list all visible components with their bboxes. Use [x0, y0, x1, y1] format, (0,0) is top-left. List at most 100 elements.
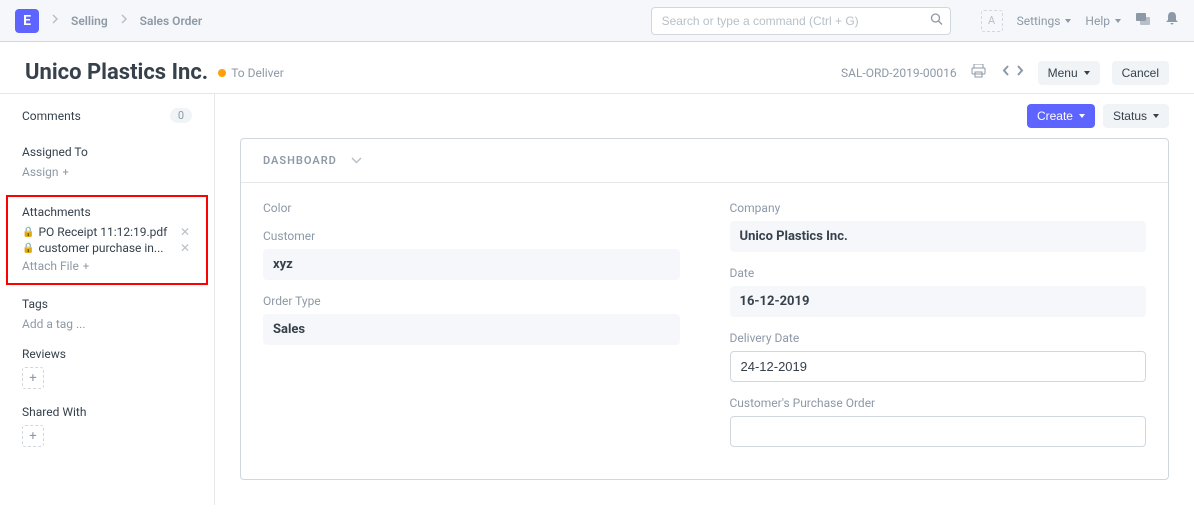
add-share-button[interactable]: +: [22, 425, 44, 447]
dashboard-label: DASHBOARD: [263, 154, 337, 167]
assigned-heading: Assigned To: [22, 145, 192, 159]
status-dot-icon: [218, 69, 226, 77]
attachment-name[interactable]: customer purchase in...: [38, 241, 175, 255]
customer-po-input[interactable]: [730, 416, 1147, 447]
assign-action[interactable]: Assign +: [22, 165, 192, 179]
main: Create Status DASHBOARD Color Customer x…: [215, 94, 1194, 505]
page-actions: SAL-ORD-2019-00016 Menu Cancel: [841, 61, 1169, 85]
order-type-label: Order Type: [263, 294, 680, 308]
delivery-date-input[interactable]: [730, 351, 1147, 382]
caret-down-icon: [1153, 114, 1159, 118]
create-button[interactable]: Create: [1027, 104, 1095, 128]
field-customer: Customer xyz: [263, 229, 680, 280]
breadcrumb-selling[interactable]: Selling: [71, 14, 108, 28]
attachment-row: 🔒 PO Receipt 11:12:19.pdf ✕: [22, 225, 190, 239]
navbar-left: E Selling Sales Order: [15, 9, 651, 33]
chevron-right-icon: [51, 13, 59, 28]
sidebar-section-tags: Tags Add a tag ...: [0, 285, 214, 347]
shared-heading: Shared With: [22, 405, 192, 419]
customer-label: Customer: [263, 229, 680, 243]
page-title: Unico Plastics Inc.: [25, 60, 208, 85]
company-value[interactable]: Unico Plastics Inc.: [730, 221, 1147, 252]
field-order-type: Order Type Sales: [263, 294, 680, 345]
lock-icon[interactable]: 🔒: [22, 243, 34, 254]
plus-icon: +: [83, 260, 89, 273]
navbar-right: A Settings Help: [981, 10, 1179, 32]
field-delivery-date: Delivery Date: [730, 331, 1147, 382]
date-value[interactable]: 16-12-2019: [730, 286, 1147, 317]
attachments-heading: Attachments: [22, 205, 190, 219]
attach-file-action[interactable]: Attach File +: [22, 259, 190, 273]
chevron-right-icon: [120, 13, 128, 28]
shared-label: Shared With: [22, 405, 86, 419]
customer-po-label: Customer's Purchase Order: [730, 396, 1147, 410]
chevron-down-icon: [351, 153, 362, 168]
caret-down-icon: [1115, 19, 1121, 23]
chat-icon[interactable]: [1135, 12, 1151, 30]
delivery-date-label: Delivery Date: [730, 331, 1147, 345]
form-col-left: Color Customer xyz Order Type Sales: [263, 201, 680, 461]
attachment-row: 🔒 customer purchase in... ✕: [22, 241, 190, 255]
field-customer-po: Customer's Purchase Order: [730, 396, 1147, 447]
page-title-wrap: Unico Plastics Inc. To Deliver: [25, 60, 284, 85]
form-area: DASHBOARD Color Customer xyz Order Type: [240, 138, 1169, 480]
sidebar-section-assigned: Assigned To Assign +: [0, 145, 214, 195]
sidebar-section-shared: Shared With +: [0, 405, 214, 463]
add-review-button[interactable]: +: [22, 367, 44, 389]
comments-label: Comments: [22, 109, 81, 123]
help-link[interactable]: Help: [1085, 14, 1121, 28]
breadcrumb: Selling Sales Order: [51, 13, 202, 28]
reviews-label: Reviews: [22, 347, 66, 361]
next-doc-button[interactable]: [1014, 63, 1026, 82]
caret-down-icon: [1084, 71, 1090, 75]
company-label: Company: [730, 201, 1147, 215]
customer-value[interactable]: xyz: [263, 249, 680, 280]
nav-arrows: [1000, 63, 1026, 82]
main-toolbar: Create Status: [215, 94, 1194, 138]
cancel-button[interactable]: Cancel: [1112, 61, 1169, 85]
sidebar-section-comments: Comments 0: [0, 108, 214, 145]
field-company: Company Unico Plastics Inc.: [730, 201, 1147, 252]
status-text: To Deliver: [231, 66, 284, 80]
caret-down-icon: [1079, 114, 1085, 118]
add-tag-action[interactable]: Add a tag ...: [22, 317, 192, 331]
field-date: Date 16-12-2019: [730, 266, 1147, 317]
order-type-value[interactable]: Sales: [263, 314, 680, 345]
attach-file-label: Attach File: [22, 259, 79, 273]
plus-icon: +: [63, 166, 69, 179]
search-input[interactable]: [651, 7, 951, 35]
remove-attachment-icon[interactable]: ✕: [180, 225, 190, 239]
comments-heading[interactable]: Comments 0: [22, 108, 192, 123]
assign-action-label: Assign: [22, 165, 59, 179]
comments-count: 0: [170, 108, 192, 123]
bell-icon[interactable]: [1165, 11, 1179, 30]
color-label: Color: [263, 201, 680, 215]
reviews-heading: Reviews: [22, 347, 192, 361]
lock-icon[interactable]: 🔒: [22, 227, 34, 238]
search-box: [651, 7, 951, 35]
app-logo[interactable]: E: [15, 9, 39, 33]
form-col-right: Company Unico Plastics Inc. Date 16-12-2…: [730, 201, 1147, 461]
status-button[interactable]: Status: [1103, 104, 1169, 128]
document-id: SAL-ORD-2019-00016: [841, 66, 957, 80]
status-badge: To Deliver: [218, 66, 284, 80]
date-label: Date: [730, 266, 1147, 280]
sidebar-section-attachments: Attachments 🔒 PO Receipt 11:12:19.pdf ✕ …: [6, 195, 208, 285]
attachments-label: Attachments: [22, 205, 91, 219]
settings-link[interactable]: Settings: [1017, 14, 1072, 28]
assigned-label: Assigned To: [22, 145, 88, 159]
form-grid: Color Customer xyz Order Type Sales Comp…: [241, 183, 1168, 479]
print-icon[interactable]: [969, 62, 988, 84]
dashboard-head[interactable]: DASHBOARD: [241, 139, 1168, 183]
tags-heading: Tags: [22, 297, 192, 311]
breadcrumb-sales-order[interactable]: Sales Order: [140, 14, 203, 28]
prev-doc-button[interactable]: [1000, 63, 1012, 82]
tags-label: Tags: [22, 297, 48, 311]
page-body: Comments 0 Assigned To Assign + Attachme…: [0, 94, 1194, 505]
avatar[interactable]: A: [981, 10, 1003, 32]
field-color: Color: [263, 201, 680, 215]
caret-down-icon: [1065, 19, 1071, 23]
attachment-name[interactable]: PO Receipt 11:12:19.pdf: [38, 225, 175, 239]
remove-attachment-icon[interactable]: ✕: [180, 241, 190, 255]
menu-button[interactable]: Menu: [1038, 61, 1100, 85]
